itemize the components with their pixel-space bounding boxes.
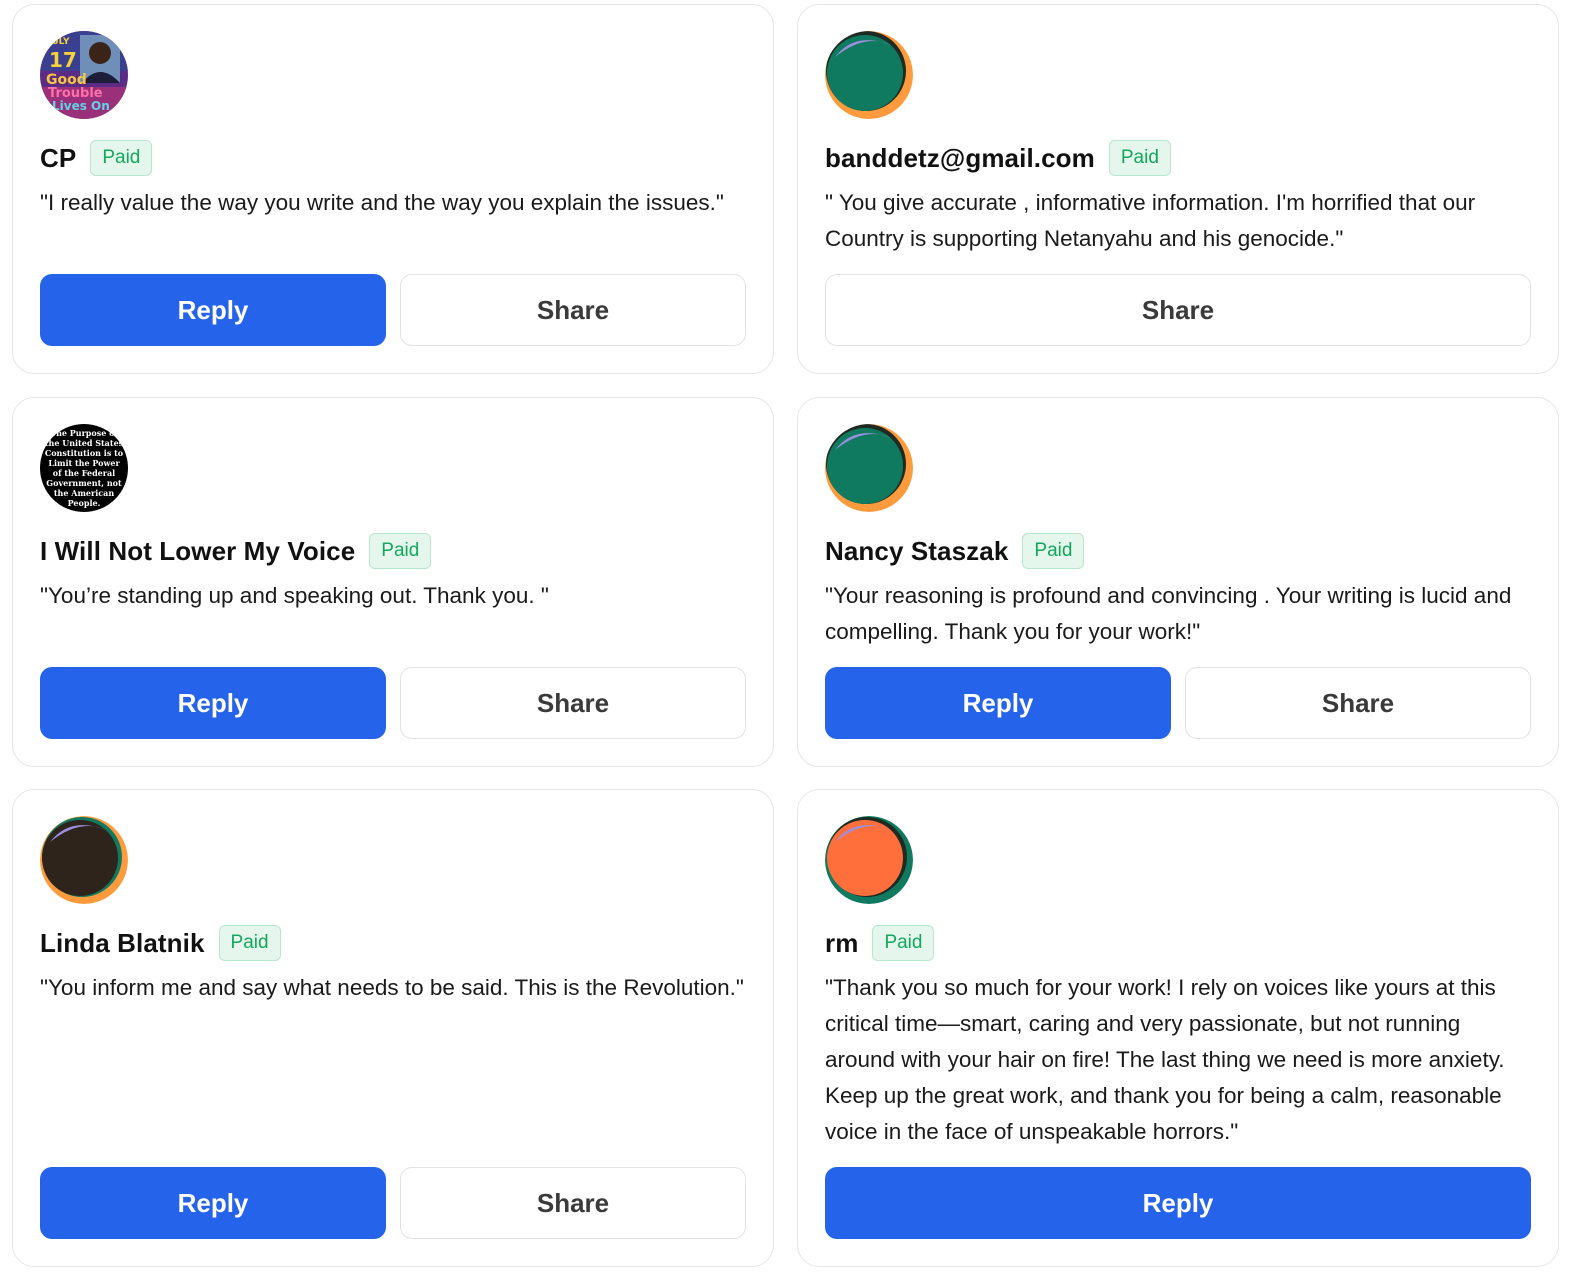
svg-text:Lives On: Lives On: [52, 99, 110, 113]
name-row: Linda Blatnik Paid: [40, 924, 281, 962]
good-trouble-photo-icon: JULY 17 Good Trouble Lives On: [40, 31, 128, 119]
svg-text:The Purpose of: The Purpose of: [50, 428, 118, 438]
svg-text:17: 17: [49, 48, 77, 72]
svg-text:Constitution is to: Constitution is to: [45, 448, 124, 458]
reply-button[interactable]: Reply: [825, 1167, 1531, 1239]
user-avatar[interactable]: The Purpose of the United States Constit…: [40, 424, 128, 512]
svg-text:JULY: JULY: [47, 37, 70, 47]
share-button[interactable]: Share: [825, 274, 1531, 346]
user-avatar[interactable]: [825, 424, 913, 512]
name-row: rm Paid: [825, 924, 935, 962]
paid-badge: Paid: [872, 925, 935, 961]
paid-badge: Paid: [1022, 533, 1085, 569]
name-row: Nancy Staszak Paid: [825, 532, 1085, 570]
name-row: banddetz@gmail.com Paid: [825, 139, 1171, 177]
user-avatar[interactable]: [825, 816, 913, 904]
testimonial-quote: "I really value the way you write and th…: [40, 190, 724, 215]
share-button[interactable]: Share: [1185, 667, 1531, 739]
testimonial-quote: "Your reasoning is profound and convinci…: [825, 583, 1512, 644]
name-row: I Will Not Lower My Voice Paid: [40, 532, 432, 570]
user-avatar[interactable]: [825, 31, 913, 119]
svg-text:the United States: the United States: [45, 438, 124, 448]
author-name[interactable]: Linda Blatnik: [40, 928, 205, 959]
name-row: CP Paid: [40, 139, 153, 177]
testimonial-card: JULY 17 Good Trouble Lives On CP Paid "I…: [12, 4, 774, 374]
user-avatar[interactable]: JULY 17 Good Trouble Lives On: [40, 31, 128, 119]
author-name[interactable]: banddetz@gmail.com: [825, 143, 1095, 174]
author-name[interactable]: I Will Not Lower My Voice: [40, 536, 355, 567]
reply-button[interactable]: Reply: [825, 667, 1171, 739]
testimonial-card: The Purpose of the United States Constit…: [12, 397, 774, 767]
reply-button[interactable]: Reply: [40, 274, 386, 346]
testimonial-card: Nancy Staszak Paid "Your reasoning is pr…: [797, 397, 1559, 767]
paid-badge: Paid: [218, 925, 281, 961]
reply-button[interactable]: Reply: [40, 1167, 386, 1239]
paid-badge: Paid: [369, 533, 432, 569]
share-button[interactable]: Share: [400, 1167, 746, 1239]
paid-badge: Paid: [1108, 140, 1171, 176]
default-avatar-icon: [825, 816, 913, 904]
author-name[interactable]: Nancy Staszak: [825, 536, 1008, 567]
testimonial-quote: "You’re standing up and speaking out. Th…: [40, 583, 549, 608]
svg-text:People.: People.: [68, 498, 101, 508]
testimonial-card: banddetz@gmail.com Paid " You give accur…: [797, 4, 1559, 374]
svg-text:Limit the Power: Limit the Power: [48, 458, 120, 468]
share-button[interactable]: Share: [400, 667, 746, 739]
svg-text:the American: the American: [54, 488, 114, 498]
default-avatar-icon: [825, 424, 913, 512]
testimonial-quote: "You inform me and say what needs to be …: [40, 975, 744, 1000]
share-button[interactable]: Share: [400, 274, 746, 346]
svg-text:Government, not: Government, not: [46, 478, 122, 488]
reply-button[interactable]: Reply: [40, 667, 386, 739]
default-avatar-icon: [40, 816, 128, 904]
author-name[interactable]: CP: [40, 143, 76, 174]
paid-badge: Paid: [90, 140, 153, 176]
testimonial-quote: " You give accurate , informative inform…: [825, 190, 1476, 251]
default-avatar-icon: [825, 31, 913, 119]
svg-text:of the Federal: of the Federal: [53, 468, 115, 478]
user-avatar[interactable]: [40, 816, 128, 904]
author-name[interactable]: rm: [825, 928, 858, 959]
testimonial-quote: "Thank you so much for your work! I rely…: [825, 975, 1505, 1144]
constitution-quote-icon: The Purpose of the United States Constit…: [40, 424, 128, 512]
testimonial-card: Linda Blatnik Paid "You inform me and sa…: [12, 789, 774, 1267]
testimonial-card: rm Paid "Thank you so much for your work…: [797, 789, 1559, 1267]
